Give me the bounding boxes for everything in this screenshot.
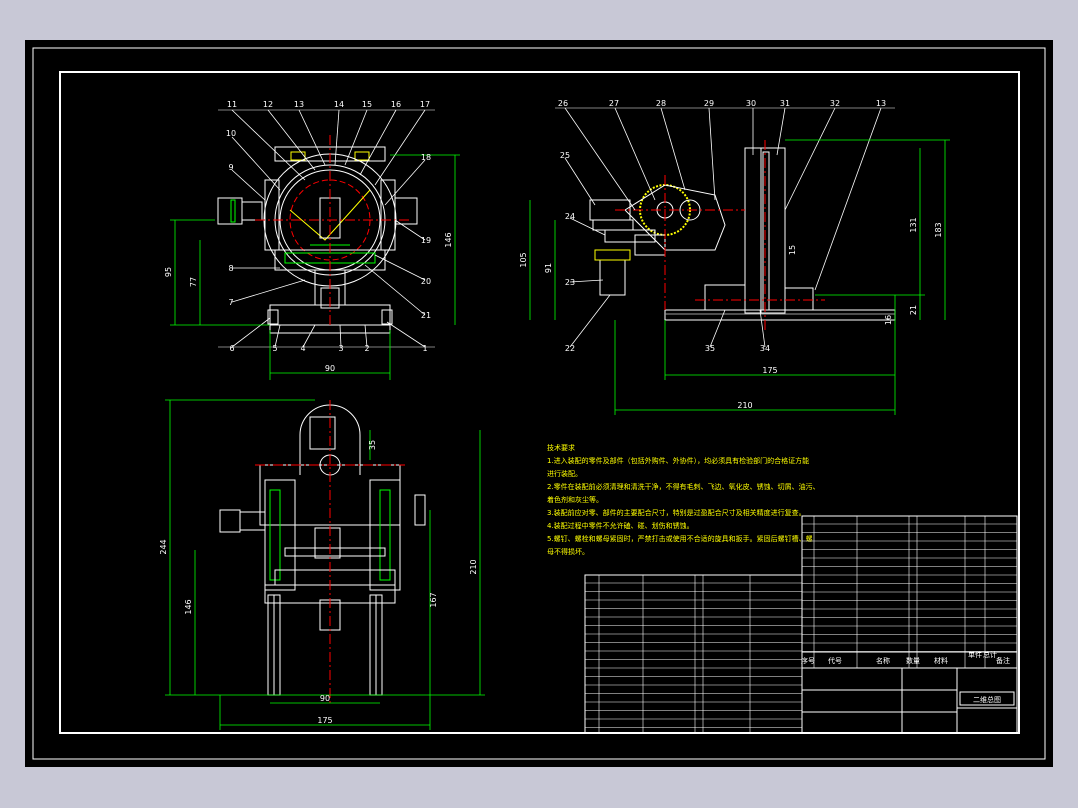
balloon-label: 9 <box>228 163 233 172</box>
balloon-label: 15 <box>362 100 372 109</box>
balloon-label: 18 <box>421 153 431 162</box>
drawing-name: 二维总图 <box>973 695 1001 704</box>
balloon-label: 23 <box>565 278 575 287</box>
dimension-label: 21 <box>909 305 918 315</box>
cad-drawing: 11 12 13 14 15 16 17 10 9 18 19 8 20 7 2… <box>32 47 1046 760</box>
dimension-label: 91 <box>544 263 553 273</box>
balloon-label: 35 <box>705 344 715 353</box>
notes-line: 母不得损坏。 <box>547 547 589 556</box>
balloon-label: 31 <box>780 99 790 108</box>
notes-title: 技术要求 <box>547 443 575 452</box>
balloon-label: 3 <box>338 344 343 353</box>
inner-border <box>59 71 1020 734</box>
balloon-label: 13 <box>876 99 886 108</box>
dimension-label: 90 <box>320 694 330 703</box>
balloon-label: 25 <box>560 151 570 160</box>
dimension-label: 35 <box>368 440 377 450</box>
balloon-label: 24 <box>565 212 575 221</box>
balloon-label: 20 <box>421 277 431 286</box>
header-cell: 数量 <box>906 656 920 665</box>
drawing-sheet: 11 12 13 14 15 16 17 10 9 18 19 8 20 7 2… <box>25 40 1053 767</box>
dimension-label: 244 <box>159 539 168 554</box>
balloon-label: 17 <box>420 100 430 109</box>
balloon-label: 12 <box>263 100 273 109</box>
balloon-label: 7 <box>228 298 233 307</box>
dimension-label: 131 <box>909 217 918 232</box>
dimension-label: 175 <box>762 366 777 375</box>
balloon-label: 2 <box>364 344 369 353</box>
notes-line: 5.螺钉、螺栓和螺母紧固时，严禁打击或使用不合适的旋具和扳手。紧固后螺钉槽、螺 <box>547 534 813 543</box>
balloon-label: 8 <box>228 264 233 273</box>
dimension-label: 167 <box>429 592 438 607</box>
balloon-label: 5 <box>272 344 277 353</box>
balloon-label: 32 <box>830 99 840 108</box>
notes-line: 2.零件在装配前必须清理和清洗干净，不得有毛刺、飞边、氧化皮、锈蚀、切屑、油污、 <box>547 482 820 491</box>
balloon-label: 14 <box>334 100 344 109</box>
balloon-label: 26 <box>558 99 568 108</box>
notes-line: 4.装配过程中零件不允许磕、碰、划伤和锈蚀。 <box>547 521 694 530</box>
header-cell: 总计 <box>983 650 997 659</box>
dimension-label: 210 <box>737 401 752 410</box>
dimension-label: 15 <box>788 245 797 255</box>
balloon-label: 22 <box>565 344 575 353</box>
balloon-label: 4 <box>300 344 305 353</box>
balloon-label: 10 <box>226 129 236 138</box>
parts-list-left <box>584 574 803 734</box>
balloon-label: 6 <box>229 344 234 353</box>
balloon-label: 34 <box>760 344 770 353</box>
side-view-balloons: 26 27 28 29 30 31 32 13 25 24 23 22 35 3… <box>558 99 886 353</box>
notes-line: 进行装配。 <box>547 469 582 478</box>
balloon-label: 29 <box>704 99 714 108</box>
balloon-label: 28 <box>656 99 666 108</box>
header-cell: 备注 <box>996 656 1010 665</box>
header-cell: 材料 <box>934 656 948 665</box>
dimension-label: 95 <box>164 267 173 277</box>
front-view-balloons: 11 12 13 14 15 16 17 10 9 18 19 8 20 7 2… <box>226 100 431 353</box>
balloon-label: 27 <box>609 99 619 108</box>
side-view <box>529 107 950 415</box>
dimension-label: 16 <box>884 315 893 325</box>
title-block-headers: 序号 代号 名称 数量 材料 单件 总计 备注 二维总图 <box>801 650 1010 704</box>
notes-line: 着色剂和灰尘等。 <box>547 495 603 504</box>
balloon-label: 16 <box>391 100 401 109</box>
balloon-label: 19 <box>421 236 431 245</box>
dimension-label: 183 <box>934 222 943 237</box>
dimension-label: 77 <box>189 277 198 287</box>
dimension-label: 146 <box>184 599 193 614</box>
header-cell: 名称 <box>876 656 890 665</box>
header-cell: 序号 <box>801 656 815 665</box>
bottom-view <box>165 399 485 730</box>
balloon-label: 1 <box>422 344 427 353</box>
dimension-label: 175 <box>317 716 332 725</box>
balloon-label: 30 <box>746 99 756 108</box>
technical-notes: 技术要求 1.进入装配的零件及部件（包括外购件、外协件），均必须具有检验部门的合… <box>547 443 820 556</box>
notes-line: 1.进入装配的零件及部件（包括外购件、外协件），均必须具有检验部门的合格证方能 <box>547 456 809 465</box>
balloon-label: 11 <box>227 100 237 109</box>
header-cell: 代号 <box>828 656 842 665</box>
dimension-label: 105 <box>519 252 528 267</box>
dimension-label: 210 <box>469 559 478 574</box>
balloon-label: 13 <box>294 100 304 109</box>
notes-line: 3.装配前应对零、部件的主要配合尺寸，特别是过盈配合尺寸及相关精度进行复查。 <box>547 508 806 517</box>
header-cell: 单件 <box>968 650 982 659</box>
front-view <box>170 109 460 380</box>
dimension-label: 90 <box>325 364 335 373</box>
balloon-label: 21 <box>421 311 431 320</box>
dimension-label: 146 <box>444 232 453 247</box>
